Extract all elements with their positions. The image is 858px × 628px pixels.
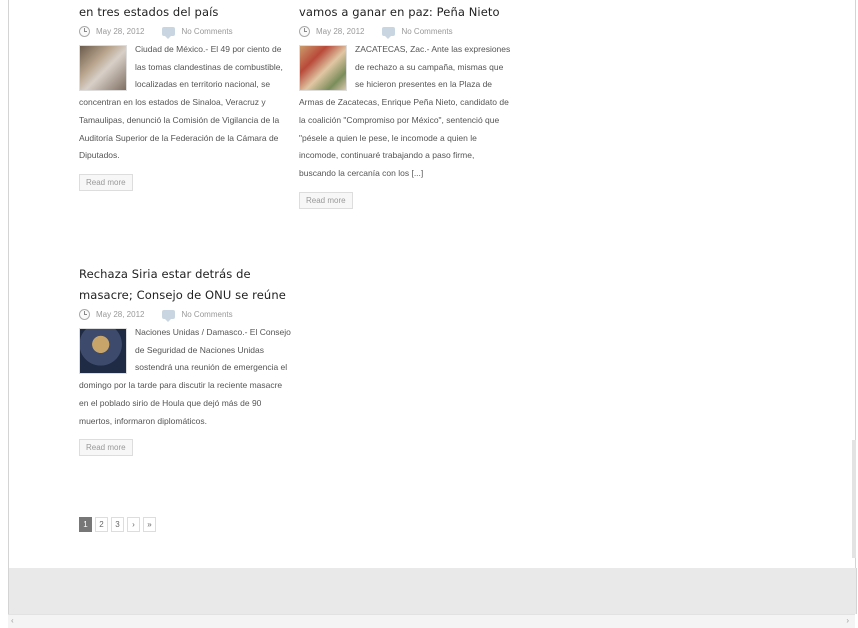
vertical-scrollbar-thumb[interactable] (852, 440, 856, 558)
post-thumbnail[interactable] (299, 45, 347, 91)
post-date: May 28, 2012 (96, 26, 145, 36)
post-date: May 28, 2012 (316, 26, 365, 36)
page-current: 1 (79, 517, 92, 532)
post-title[interactable]: vamos a ganar en paz: Peña Nieto (299, 2, 511, 23)
post-comments-link[interactable]: No Comments (401, 27, 452, 36)
comment-icon (382, 26, 396, 39)
post-excerpt: ZACATECAS, Zac.- Ante las expresiones de… (299, 41, 511, 183)
post-card: en tres estados del país May 28, 2012 No… (79, 2, 291, 191)
page-link-3[interactable]: 3 (111, 517, 124, 532)
pagination: 1 2 3 › » (79, 517, 159, 532)
clock-icon (79, 25, 90, 37)
horizontal-scrollbar[interactable]: ‹ › (8, 614, 855, 628)
comment-icon (162, 26, 176, 39)
comment-icon (162, 309, 176, 322)
next-page-button[interactable]: › (127, 517, 140, 532)
footer-band (8, 568, 857, 614)
post-title[interactable]: en tres estados del país (79, 2, 291, 23)
post-thumbnail[interactable] (79, 45, 127, 91)
page-link-2[interactable]: 2 (95, 517, 108, 532)
post-meta: May 28, 2012 No Comments (79, 306, 291, 322)
clock-icon (299, 25, 310, 37)
last-page-button[interactable]: » (143, 517, 156, 532)
read-more-button[interactable]: Read more (79, 173, 133, 191)
post-comments-link[interactable]: No Comments (181, 310, 232, 319)
post-title[interactable]: Rechaza Siria estar detrás de masacre; C… (79, 264, 291, 306)
post-card: Rechaza Siria estar detrás de masacre; C… (79, 264, 291, 457)
post-excerpt: Ciudad de México.- El 49 por ciento de l… (79, 41, 291, 165)
read-more-button[interactable]: Read more (299, 191, 353, 209)
scroll-right-arrow-icon[interactable]: › (846, 616, 849, 625)
post-meta: May 28, 2012 No Comments (299, 23, 511, 39)
clock-icon (79, 308, 90, 320)
post-comments-link[interactable]: No Comments (181, 27, 232, 36)
post-meta: May 28, 2012 No Comments (79, 23, 291, 39)
post-date: May 28, 2012 (96, 309, 145, 319)
scroll-left-arrow-icon[interactable]: ‹ (11, 616, 14, 625)
post-card: vamos a ganar en paz: Peña Nieto May 28,… (299, 2, 511, 209)
read-more-button[interactable]: Read more (79, 439, 133, 457)
post-excerpt: Naciones Unidas / Damasco.- El Consejo d… (79, 324, 291, 430)
post-thumbnail[interactable] (79, 328, 127, 374)
